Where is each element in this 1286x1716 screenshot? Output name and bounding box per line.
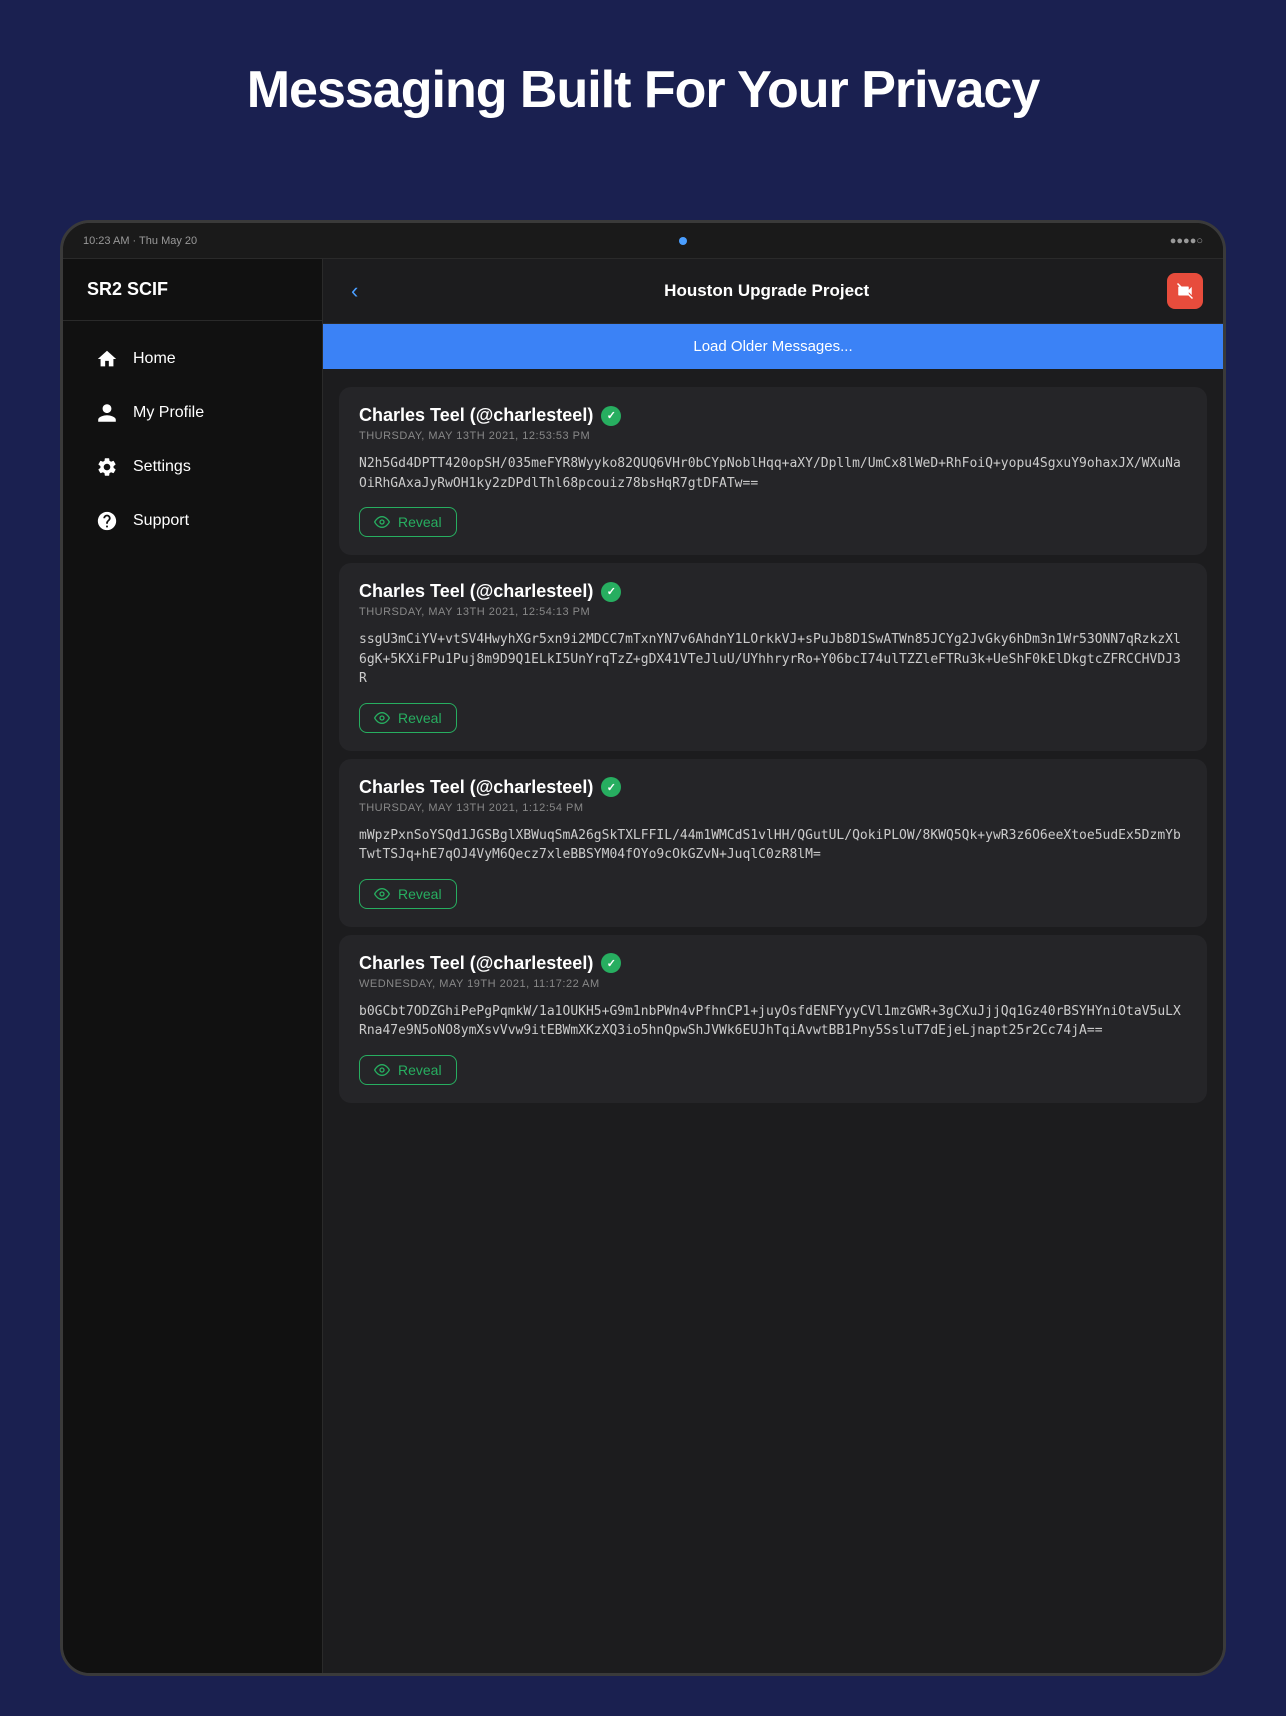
reveal-button[interactable]: Reveal — [359, 507, 457, 537]
verified-badge: ✓ — [601, 582, 621, 602]
chat-title: Houston Upgrade Project — [378, 281, 1155, 301]
message-sender: Charles Teel (@charlesteel) ✓ — [359, 405, 1187, 426]
sidebar-item-settings-label: Settings — [133, 458, 191, 476]
sidebar-nav: Home My Profile — [63, 321, 322, 559]
verified-badge: ✓ — [601, 953, 621, 973]
sidebar-item-support-label: Support — [133, 512, 189, 530]
message-timestamp: THURSDAY, MAY 13TH 2021, 12:53:53 PM — [359, 430, 1187, 442]
message-body: N2h5Gd4DPTT420opSH/035meFYR8Wyyko82QUQ6V… — [359, 454, 1187, 493]
message-card: Charles Teel (@charlesteel) ✓ THURSDAY, … — [339, 563, 1207, 751]
sidebar-item-support[interactable]: Support — [71, 495, 314, 547]
settings-icon — [95, 455, 119, 479]
main-content: ‹ Houston Upgrade Project Load Older Mes… — [323, 259, 1223, 1673]
message-sender: Charles Teel (@charlesteel) ✓ — [359, 953, 1187, 974]
sidebar-item-home-label: Home — [133, 350, 176, 368]
device-content: SR2 SCIF Home My P — [63, 259, 1223, 1673]
sidebar-item-home[interactable]: Home — [71, 333, 314, 385]
sidebar-item-settings[interactable]: Settings — [71, 441, 314, 493]
sidebar: SR2 SCIF Home My P — [63, 259, 323, 1673]
message-timestamp: THURSDAY, MAY 13TH 2021, 12:54:13 PM — [359, 606, 1187, 618]
chat-header: ‹ Houston Upgrade Project — [323, 259, 1223, 324]
status-bar: 10:23 AM · Thu May 20 ●●●●○ — [63, 223, 1223, 259]
reveal-button[interactable]: Reveal — [359, 1055, 457, 1085]
verified-badge: ✓ — [601, 777, 621, 797]
back-button[interactable]: ‹ — [343, 274, 366, 308]
message-card: Charles Teel (@charlesteel) ✓ THURSDAY, … — [339, 387, 1207, 555]
home-icon — [95, 347, 119, 371]
sidebar-item-my-profile[interactable]: My Profile — [71, 387, 314, 439]
status-time: 10:23 AM · Thu May 20 — [83, 235, 197, 247]
message-body: b0GCbt7ODZGhiPePgPqmkW/1a1OUKH5+G9m1nbPW… — [359, 1002, 1187, 1041]
device-frame: 10:23 AM · Thu May 20 ●●●●○ SR2 SCIF Hom… — [60, 220, 1226, 1676]
status-signal: ●●●●○ — [1170, 235, 1203, 247]
messages-list: Charles Teel (@charlesteel) ✓ THURSDAY, … — [323, 369, 1223, 1673]
message-timestamp: WEDNESDAY, MAY 19TH 2021, 11:17:22 AM — [359, 978, 1187, 990]
support-icon — [95, 509, 119, 533]
profile-icon — [95, 401, 119, 425]
message-body: ssgU3mCiYV+vtSV4HwyhXGr5xn9i2MDCC7mTxnYN… — [359, 630, 1187, 689]
page-headline: Messaging Built For Your Privacy — [0, 0, 1286, 160]
message-card: Charles Teel (@charlesteel) ✓ WEDNESDAY,… — [339, 935, 1207, 1103]
verified-badge: ✓ — [601, 406, 621, 426]
message-body: mWpzPxnSoYSQd1JGSBglXBWuqSmA26gSkTXLFFIL… — [359, 826, 1187, 865]
message-card: Charles Teel (@charlesteel) ✓ THURSDAY, … — [339, 759, 1207, 927]
message-sender: Charles Teel (@charlesteel) ✓ — [359, 581, 1187, 602]
reveal-button[interactable]: Reveal — [359, 703, 457, 733]
sidebar-title: SR2 SCIF — [63, 259, 322, 321]
message-timestamp: THURSDAY, MAY 13TH 2021, 1:12:54 PM — [359, 802, 1187, 814]
camera-button[interactable] — [1167, 273, 1203, 309]
load-more-bar[interactable]: Load Older Messages... — [323, 324, 1223, 369]
reveal-button[interactable]: Reveal — [359, 879, 457, 909]
message-sender: Charles Teel (@charlesteel) ✓ — [359, 777, 1187, 798]
sidebar-item-my-profile-label: My Profile — [133, 404, 204, 422]
